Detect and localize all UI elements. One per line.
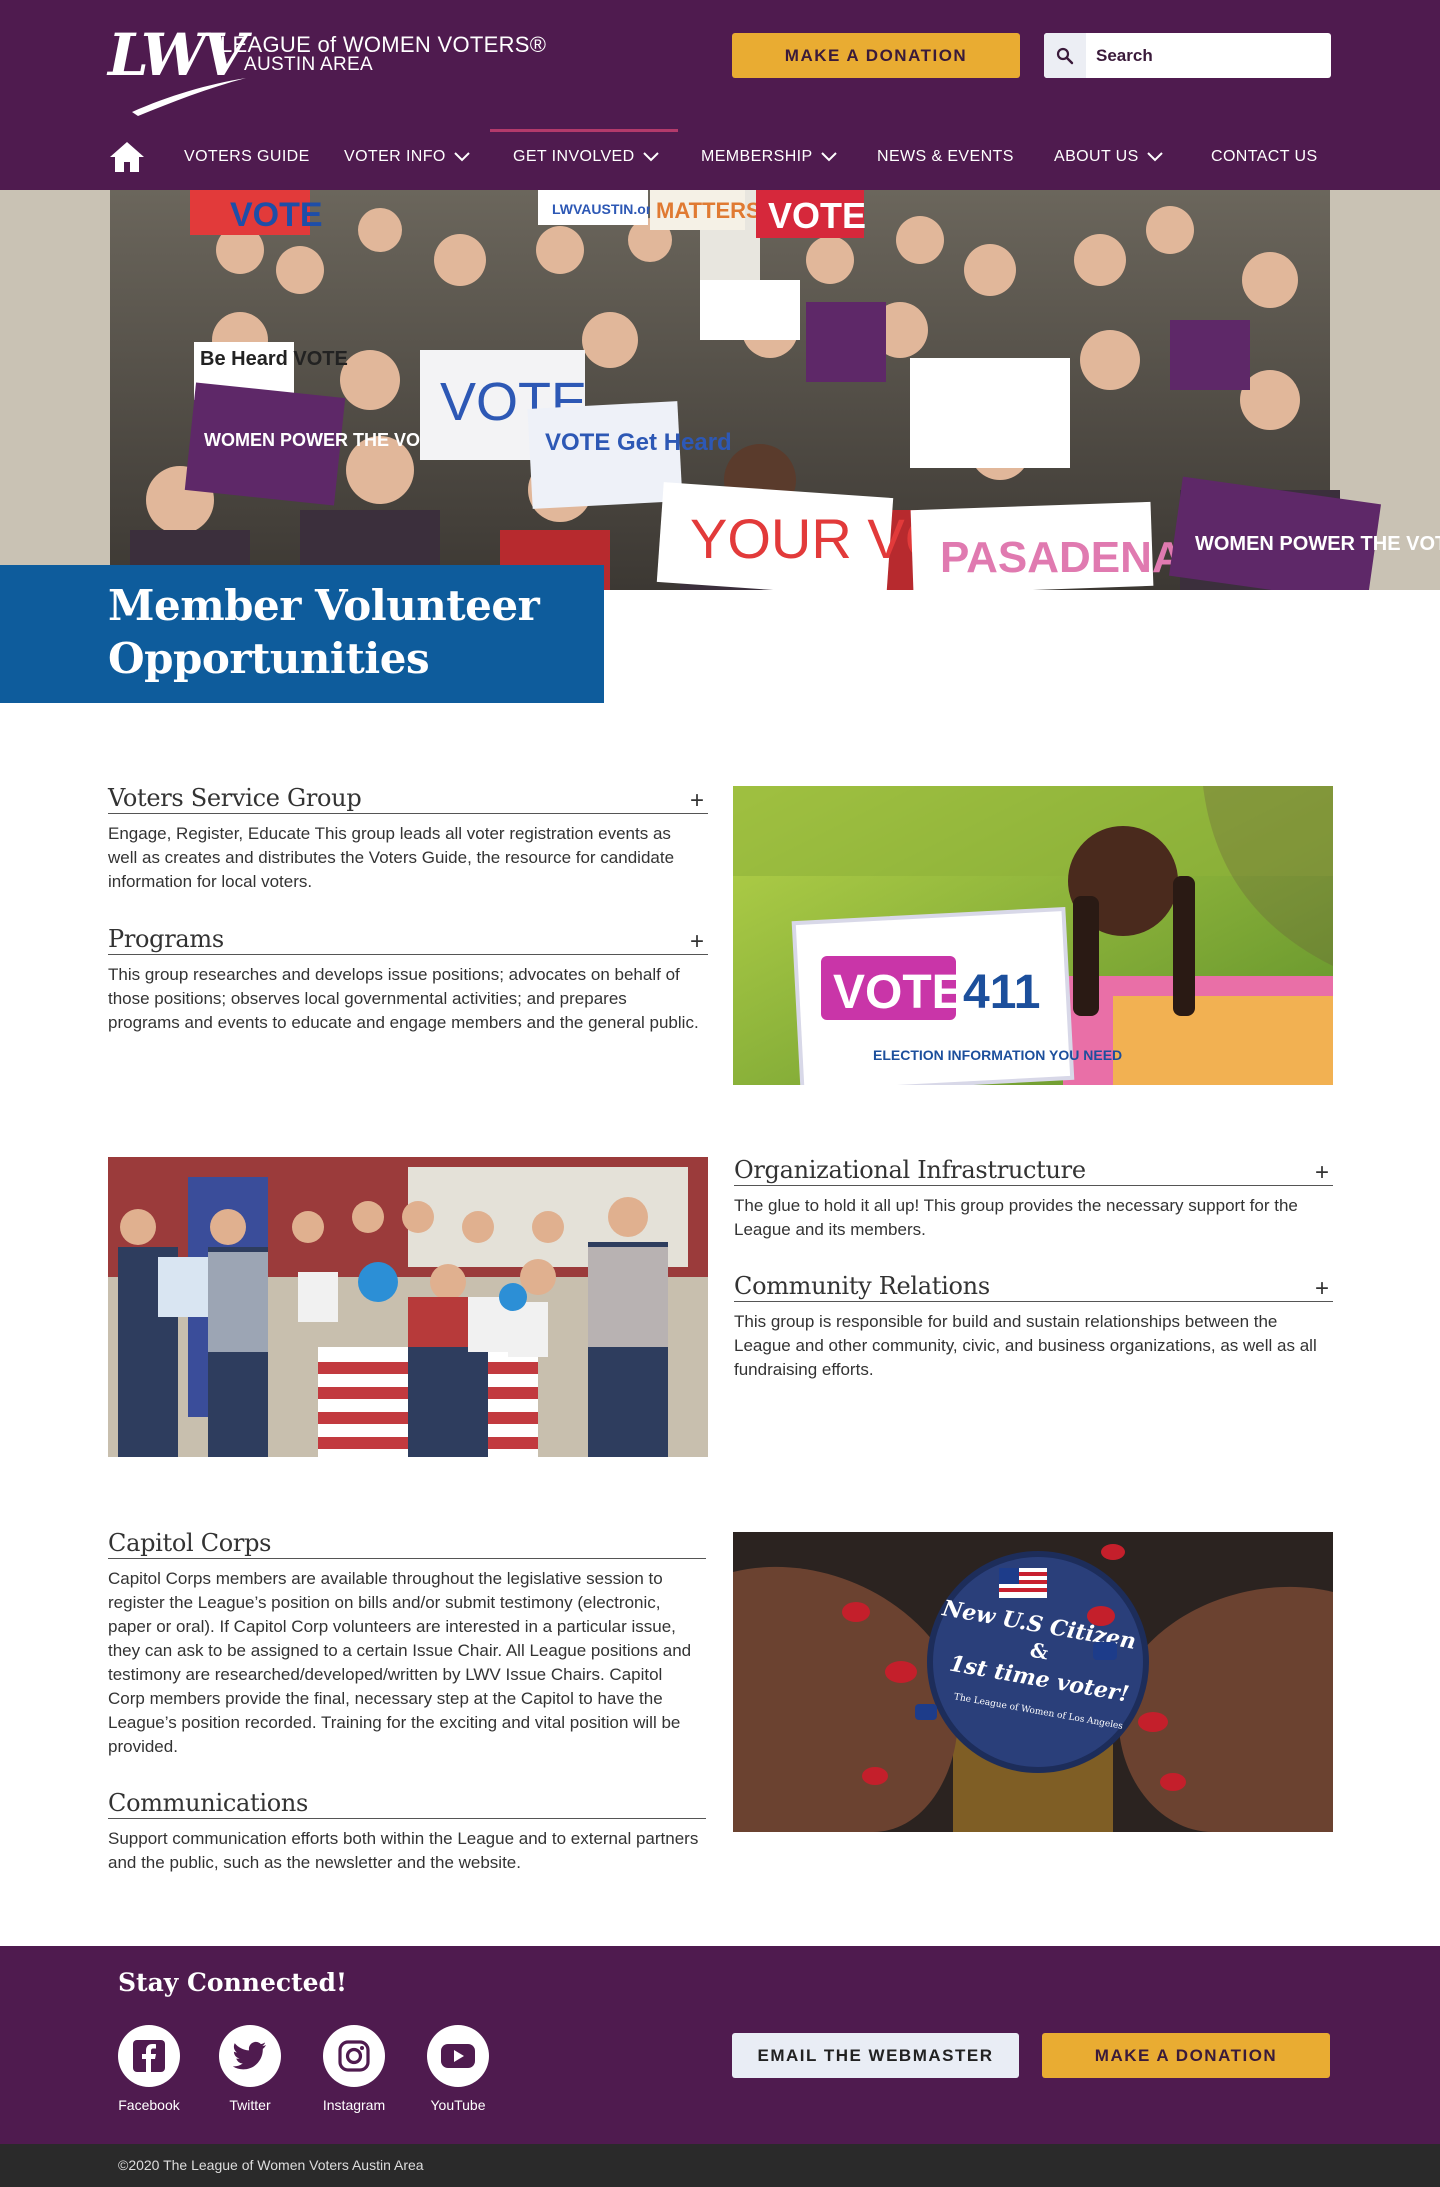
email-webmaster-button[interactable]: EMAIL THE WEBMASTER: [732, 2033, 1019, 2078]
nav-membership[interactable]: MEMBERSHIP: [701, 148, 837, 166]
vote411-sub-text: ELECTION INFORMATION YOU NEED: [873, 1047, 1122, 1063]
twitter-icon: [219, 2025, 281, 2087]
social-label: Instagram: [322, 2097, 386, 2113]
donate-button-footer[interactable]: MAKE A DONATION: [1042, 2033, 1330, 2078]
hero-crowd-illustration: VOTE Be Heard VOTE WOMEN POWER THE VOTE …: [0, 190, 1440, 590]
hero-photo: VOTE Be Heard VOTE WOMEN POWER THE VOTE …: [0, 190, 1440, 590]
nav-label: VOTERS GUIDE: [184, 148, 310, 165]
accordion-body: The glue to hold it all up! This group p…: [734, 1196, 1298, 1239]
social-youtube[interactable]: YouTube: [418, 2025, 498, 2113]
copyright-bar: ©2020 The League of Women Voters Austin …: [0, 2144, 1440, 2187]
nav-label: MEMBERSHIP: [701, 148, 813, 165]
instagram-icon: [323, 2025, 385, 2087]
accordion-community-relations: Community Relations + This group is resp…: [734, 1271, 1333, 1382]
accordion-body: This group is responsible for build and …: [734, 1312, 1317, 1379]
accordion-body: This group researches and develops issue…: [108, 965, 699, 1032]
nav-contact-us[interactable]: CONTACT US: [1211, 148, 1318, 166]
accordion-header[interactable]: Voters Service Group +: [108, 783, 708, 814]
nav-voter-info[interactable]: VOTER INFO: [344, 148, 470, 166]
sign-text: VOTE Get Heard: [545, 429, 732, 456]
main-nav: VOTERS GUIDE VOTER INFO GET INVOLVED MEM…: [108, 138, 1338, 182]
sign-text: Be Heard VOTE: [200, 348, 348, 370]
accordion-org-infrastructure: Organizational Infrastructure + The glue…: [734, 1155, 1333, 1242]
page-title-banner: Member Volunteer Opportunities: [0, 565, 604, 703]
plus-icon[interactable]: +: [1315, 1161, 1333, 1185]
home-icon[interactable]: [108, 140, 146, 174]
vote411-photo: VOTE 411 ELECTION INFORMATION YOU NEED: [733, 786, 1333, 1085]
search-input[interactable]: [1086, 34, 1326, 77]
social-facebook[interactable]: Facebook: [109, 2025, 189, 2113]
accordion-body: Engage, Register, Educate This group lea…: [108, 824, 675, 891]
accordion-title: Community Relations: [734, 1272, 990, 1300]
section-title: Capitol Corps: [108, 1529, 272, 1557]
logo-subtitle: AUSTIN AREA: [244, 54, 373, 75]
plus-icon[interactable]: +: [1315, 1277, 1333, 1301]
facebook-icon: [118, 2025, 180, 2087]
social-label: Facebook: [118, 2097, 180, 2113]
section-title: Communications: [108, 1789, 309, 1817]
footer-title: Stay Connected!: [118, 1968, 347, 1997]
chevron-down-icon: [1146, 152, 1163, 162]
accordion-title: Voters Service Group: [108, 784, 362, 812]
plus-icon[interactable]: +: [690, 789, 708, 813]
section-body: Support communication efforts both withi…: [108, 1829, 699, 1872]
nav-label: ABOUT US: [1054, 148, 1139, 165]
nav-voters-guide[interactable]: VOTERS GUIDE: [184, 148, 310, 166]
search-box: [1044, 33, 1331, 78]
site-logo[interactable]: LWV LEAGUE of WOMEN VOTERS® AUSTIN AREA: [108, 26, 546, 116]
sign-text: WOMEN POWER THE VOTE: [204, 430, 443, 450]
citizen-button-photo: New U.S Citizen & 1st time voter! The Le…: [733, 1532, 1333, 1832]
chevron-down-icon: [820, 152, 837, 162]
accordion-header[interactable]: Programs +: [108, 924, 708, 955]
page-title: Member Volunteer Opportunities: [108, 581, 540, 683]
nav-label: NEWS & EVENTS: [877, 148, 1014, 165]
sign-text: VOTE: [230, 196, 323, 234]
section-capitol-corps: Capitol Corps Capitol Corps members are …: [108, 1528, 706, 1759]
social-twitter[interactable]: Twitter: [210, 2025, 290, 2113]
social-instagram[interactable]: Instagram: [314, 2025, 394, 2113]
nav-about-us[interactable]: ABOUT US: [1054, 148, 1163, 166]
sign-text: WOMEN POWER THE VOTE: [1195, 533, 1440, 555]
nav-news-events[interactable]: NEWS & EVENTS: [877, 148, 1014, 166]
chevron-down-icon: [642, 152, 659, 162]
youtube-icon: [427, 2025, 489, 2087]
site-footer: Stay Connected! Facebook Twitter Instagr…: [0, 1946, 1440, 2144]
site-header: LWV LEAGUE of WOMEN VOTERS® AUSTIN AREA …: [0, 0, 1440, 190]
accordion-title: Organizational Infrastructure: [734, 1156, 1086, 1184]
vote411-big-text: VOTE: [833, 966, 964, 1019]
section-header: Capitol Corps: [108, 1528, 706, 1559]
nav-label: GET INVOLVED: [513, 148, 635, 165]
chevron-down-icon: [454, 152, 470, 162]
vote411-number-text: 411: [963, 966, 1040, 1019]
nav-get-involved[interactable]: GET INVOLVED: [513, 148, 659, 166]
donate-button-header[interactable]: MAKE A DONATION: [732, 33, 1020, 78]
social-label: Twitter: [229, 2097, 271, 2113]
nav-label: CONTACT US: [1211, 148, 1318, 165]
logo-swoosh-icon: [132, 78, 246, 116]
plus-icon[interactable]: +: [690, 930, 708, 954]
search-icon[interactable]: [1044, 33, 1086, 78]
sign-text: VOTE: [768, 195, 866, 236]
accordion-programs: Programs + This group researches and dev…: [108, 924, 708, 1035]
accordion-header[interactable]: Organizational Infrastructure +: [734, 1155, 1333, 1186]
volunteers-group-photo: [108, 1157, 708, 1457]
sign-text: PASADENA: [940, 533, 1184, 582]
section-communications: Communications Support communication eff…: [108, 1788, 706, 1875]
copyright-text: ©2020 The League of Women Voters Austin …: [118, 2157, 424, 2173]
section-header: Communications: [108, 1788, 706, 1819]
accordion-header[interactable]: Community Relations +: [734, 1271, 1333, 1302]
social-label: YouTube: [430, 2097, 486, 2113]
accordion-title: Programs: [108, 925, 224, 953]
nav-active-indicator: [490, 129, 678, 132]
nav-label: VOTER INFO: [344, 148, 446, 165]
sign-text: MATTERS: [656, 198, 761, 223]
sign-text: LWVAUSTIN.org: [552, 201, 660, 217]
accordion-voters-service: Voters Service Group + Engage, Register,…: [108, 783, 708, 894]
section-body: Capitol Corps members are available thro…: [108, 1569, 692, 1756]
